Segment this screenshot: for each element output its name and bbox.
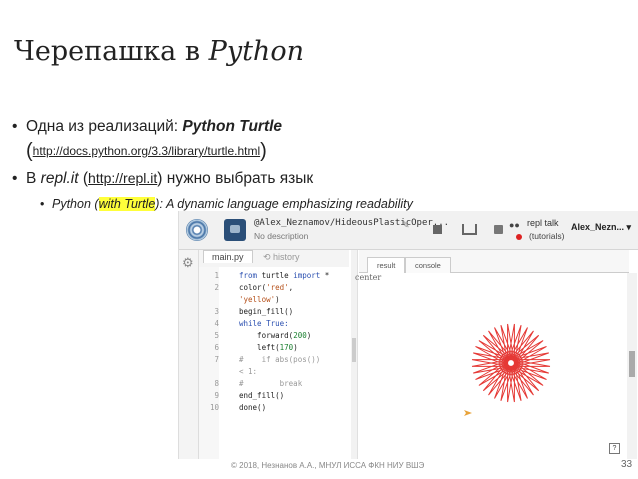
slide-title-italic: Python xyxy=(208,36,304,67)
code-token: ) xyxy=(293,343,298,352)
code-line: # if abs(pos()) xyxy=(239,355,321,364)
stop-icon[interactable] xyxy=(423,217,453,243)
code-line: while True: xyxy=(239,319,289,328)
line-number: 10 xyxy=(209,403,219,412)
repl-logo-icon[interactable] xyxy=(186,219,208,241)
gear-icon[interactable]: ⚙ xyxy=(182,255,194,271)
output-scrollbar[interactable] xyxy=(627,273,637,459)
code-token: import xyxy=(293,271,321,280)
code-token: 'yellow' xyxy=(239,295,276,304)
code-token: color( xyxy=(239,283,267,292)
code-line: # break xyxy=(239,379,303,388)
bullet-3: • Python (with Turtle): A dynamic languag… xyxy=(40,197,413,211)
tab-console[interactable]: console xyxy=(405,257,451,273)
notification-dot xyxy=(516,234,522,240)
line-number: 4 xyxy=(214,319,219,328)
pencil-icon[interactable]: ✎ xyxy=(402,220,410,231)
bullet-1-text: Одна из реализаций: xyxy=(26,118,183,135)
code-line: done() xyxy=(239,403,267,412)
slide-title: Черепашка в Python xyxy=(14,36,304,67)
code-token: turtle xyxy=(257,271,294,280)
repl-talk-link[interactable]: repl talk xyxy=(527,218,559,228)
python-docs-link[interactable]: http://docs.python.org/3.3/library/turtl… xyxy=(33,144,260,158)
avatar-icon[interactable] xyxy=(224,219,246,241)
code-token: * xyxy=(320,271,330,280)
turtle-cursor-icon xyxy=(464,410,472,416)
code-line: from turtle import * xyxy=(239,271,329,280)
repl-screenshot: @Alex_Neznamov/HideousPlasticOper... No … xyxy=(178,211,638,459)
bullet-3-glyph: • xyxy=(40,197,45,211)
slide-footer: © 2018, Незнанов А.А., МНУЛ ИССА ФКН НИУ… xyxy=(231,461,425,470)
line-number: 8 xyxy=(214,379,219,388)
page-number: 33 xyxy=(621,459,633,470)
code-line: left(170) xyxy=(239,343,298,352)
help-icon[interactable]: ? xyxy=(609,443,620,454)
tab-history[interactable]: ⟲ history xyxy=(263,252,300,263)
repl-talk-icon[interactable]: ●● xyxy=(509,220,520,230)
code-token: 170 xyxy=(279,343,294,352)
code-token: , xyxy=(288,283,294,292)
code-line: 'yellow') xyxy=(239,295,280,304)
line-number: 7 xyxy=(214,355,219,364)
project-name[interactable]: @Alex_Neznamov/HideousPlasticOper... xyxy=(254,218,449,228)
share-icon[interactable] xyxy=(454,217,484,243)
tutorials-link[interactable]: (tutorials) xyxy=(529,231,564,241)
canvas-label: center xyxy=(355,273,382,282)
line-number: 3 xyxy=(214,307,219,316)
bullet-2-open: ( xyxy=(78,170,89,187)
repl-it-link[interactable]: http://repl.it xyxy=(88,170,157,186)
history-label: history xyxy=(273,252,300,262)
bullet-3-pre: Python ( xyxy=(52,197,99,211)
bullet-3-post: ): A dynamic language emphasizing readab… xyxy=(155,197,413,211)
bullet-2-italic: repl.it xyxy=(40,170,79,187)
bullet-1-link-line: (http://docs.python.org/3.3/library/turt… xyxy=(26,138,267,162)
code-token: True: xyxy=(261,319,289,328)
slide-title-text: Черепашка в xyxy=(14,36,209,67)
code-token: from xyxy=(239,271,258,280)
code-line: begin_fill() xyxy=(239,307,294,316)
repl-topbar: @Alex_Neznamov/HideousPlasticOper... No … xyxy=(179,211,638,250)
bullet-2-pre: В xyxy=(26,170,41,187)
user-menu[interactable]: Alex_Nezn... ▾ xyxy=(571,222,631,233)
bullet-2-glyph: • xyxy=(12,170,18,187)
turtle-drawing xyxy=(464,323,551,416)
code-token: forward( xyxy=(239,331,294,340)
bullet-1: • Одна из реализаций: Python Turtle xyxy=(12,118,282,136)
code-token: ) xyxy=(306,331,312,340)
line-number: 2 xyxy=(214,283,219,292)
code-line: end_fill() xyxy=(239,391,285,400)
code-token: ) xyxy=(275,295,280,304)
code-line: color('red', xyxy=(239,283,293,292)
bullet-3-highlight: with Turtle xyxy=(98,197,156,211)
code-token: 'red' xyxy=(266,283,289,292)
code-line: < 1: xyxy=(239,367,258,376)
left-toolbar: ⚙ xyxy=(179,250,199,459)
code-token: left( xyxy=(239,343,280,352)
bullet-1-bold: Python Turtle xyxy=(182,118,283,135)
turtle-canvas[interactable] xyxy=(359,273,624,459)
project-description[interactable]: No description xyxy=(254,231,308,241)
code-token: while xyxy=(239,319,262,328)
output-tabs: result console xyxy=(359,250,629,273)
bullet-1-close-paren: ) xyxy=(260,140,267,162)
line-number: 6 xyxy=(214,343,219,352)
file-tabs: main.py ⟲ history xyxy=(199,250,349,267)
turtle-star-path xyxy=(471,323,551,403)
bullet-1-glyph: • xyxy=(12,118,18,135)
line-number: 5 xyxy=(214,331,219,340)
code-token: 200 xyxy=(293,331,307,340)
tab-main-py[interactable]: main.py xyxy=(203,250,253,263)
code-editor[interactable]: 1 2 3 4 5 6 7 8 9 10 from turtle import … xyxy=(199,267,349,459)
code-line: forward(200) xyxy=(239,331,311,340)
bullet-2: • В repl.it (http://repl.it) нужно выбрат… xyxy=(12,170,313,188)
history-icon: ⟲ xyxy=(263,252,274,262)
line-number: 9 xyxy=(214,391,219,400)
bullet-1-open-paren: ( xyxy=(26,140,33,162)
bullet-2-post: ) нужно выбрать язык xyxy=(157,170,314,187)
line-number: 1 xyxy=(214,271,219,280)
tab-result[interactable]: result xyxy=(367,257,406,273)
